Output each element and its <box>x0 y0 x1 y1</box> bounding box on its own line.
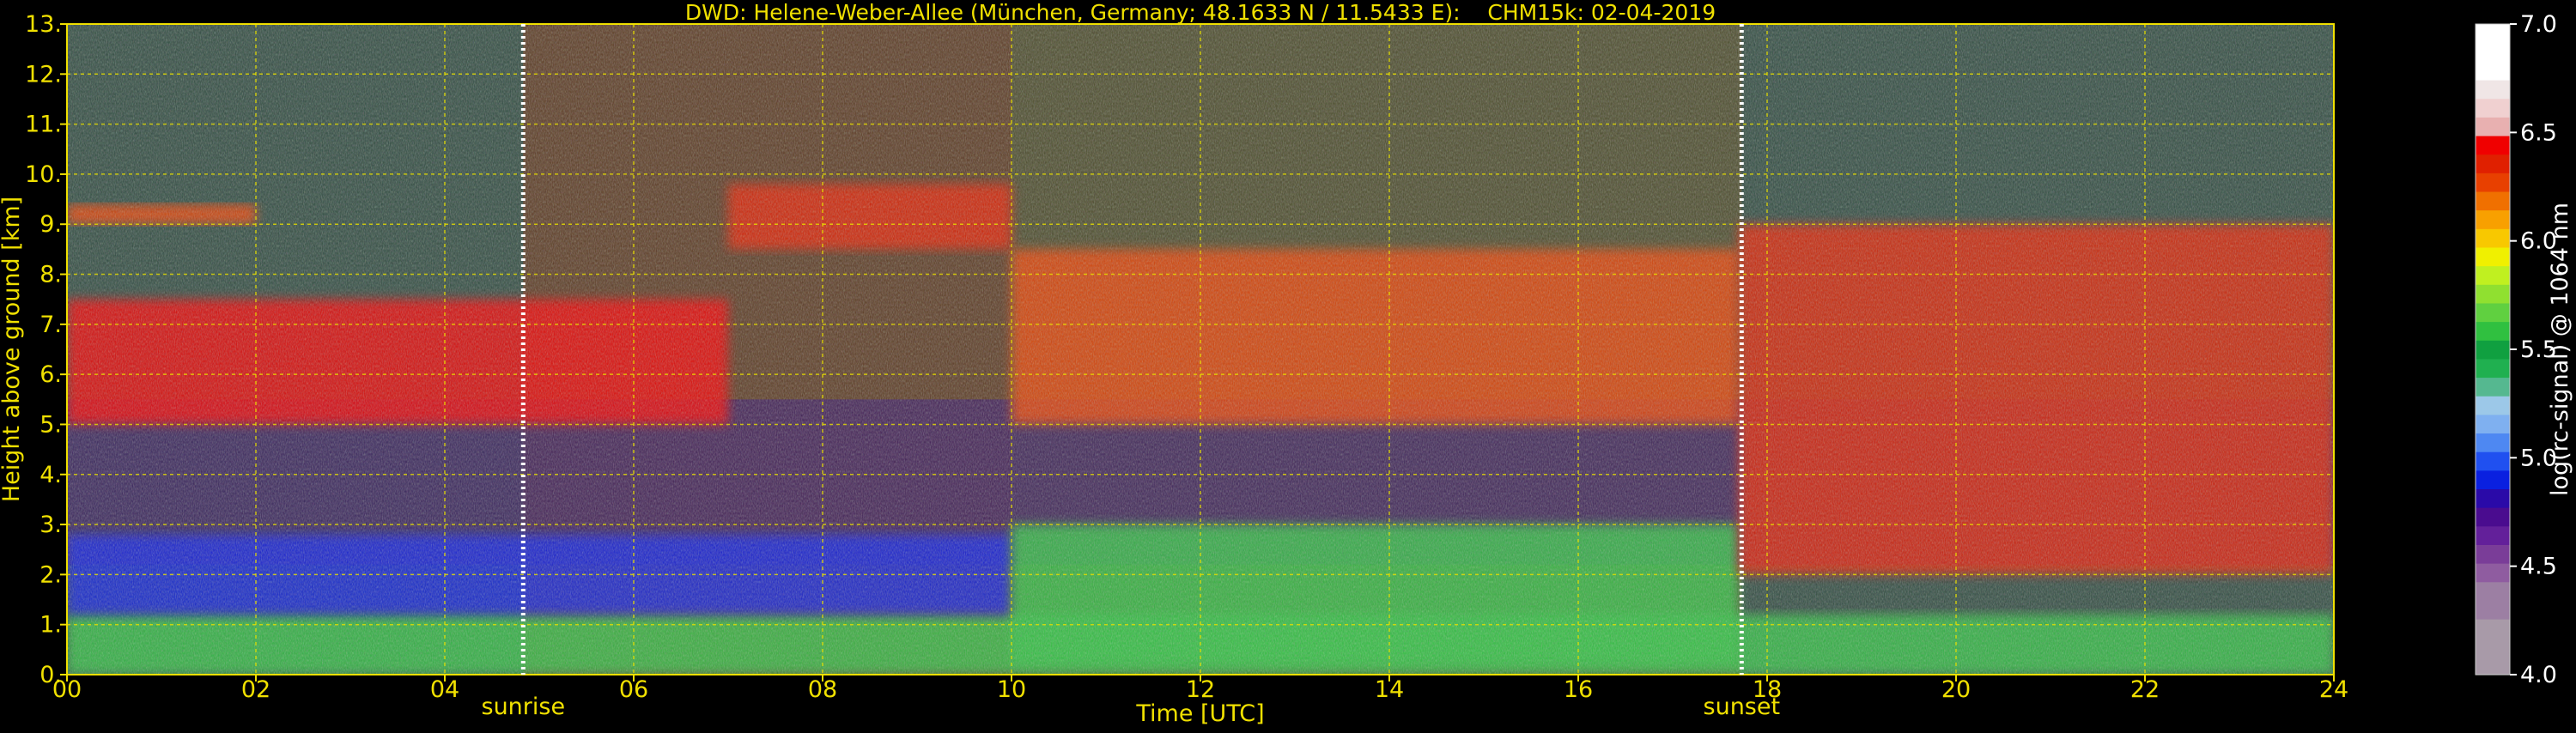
colorbar-segment <box>2476 228 2510 248</box>
colorbar-segment <box>2476 42 2510 62</box>
y-tick-label: 9. <box>39 211 62 238</box>
y-tick-label: 10. <box>25 161 62 188</box>
x-tick-label: 18 <box>1753 676 1782 703</box>
colorbar-tick-label: 6.5 <box>2520 119 2557 146</box>
colorbar-segment <box>2476 414 2510 434</box>
x-tick-label: 14 <box>1375 676 1404 703</box>
colorbar-segment <box>2476 284 2510 304</box>
colorbar-segment <box>2476 173 2510 192</box>
colorbar-label: log(rc-signal) @ 1064 nm <box>2547 203 2573 496</box>
y-tick-label: 12. <box>25 61 62 88</box>
colorbar-segment <box>2476 340 2510 360</box>
colorbar-segment <box>2476 451 2510 471</box>
colorbar-segment <box>2476 265 2510 285</box>
ceilometer-chart: sunrise sunset 00 02 04 06 08 10 12 14 16 18 20 22 24… <box>0 0 2576 730</box>
y-tick-label: 2. <box>39 561 62 588</box>
colorbar <box>2475 23 2511 675</box>
colorbar-segment <box>2476 656 2510 675</box>
colorbar-segment <box>2476 637 2510 657</box>
colorbar-segment <box>2476 563 2510 583</box>
x-axis-ticks: 00 02 04 06 08 10 12 14 16 18 20 22 24 <box>52 675 2348 703</box>
y-tick-label: 5. <box>39 411 62 438</box>
x-tick-label: 20 <box>1941 676 1971 703</box>
colorbar-segment <box>2476 396 2510 415</box>
colorbar-tick-label: 4.5 <box>2520 554 2557 580</box>
colorbar-segment <box>2476 98 2510 118</box>
colorbar-segment <box>2476 619 2510 639</box>
y-tick-label: 6. <box>39 361 62 388</box>
colorbar-segment <box>2476 302 2510 323</box>
colorbar-segment <box>2476 61 2510 81</box>
colorbar-segment <box>2476 246 2510 267</box>
y-axis-label: Height above ground [km] <box>0 197 25 502</box>
colorbar-segment <box>2476 433 2510 452</box>
x-tick-label: 24 <box>2319 676 2348 703</box>
colorbar-segment <box>2476 79 2510 100</box>
colorbar-segment <box>2476 24 2510 44</box>
x-tick-label: 04 <box>430 676 459 703</box>
colorbar-segment <box>2476 191 2510 211</box>
colorbar-segment <box>2476 525 2510 545</box>
colorbar-segment <box>2476 377 2510 397</box>
colorbar-segment <box>2476 321 2510 341</box>
x-tick-label: 02 <box>241 676 270 703</box>
y-tick-label: 0. <box>39 662 62 688</box>
colorbar-segment <box>2476 581 2510 601</box>
colorbar-tick-label: 7.0 <box>2520 11 2557 38</box>
colorbar-tick-label: 4.0 <box>2520 662 2557 688</box>
y-tick-label: 11. <box>25 112 62 138</box>
colorbar-segment <box>2476 507 2510 527</box>
x-tick-label: 06 <box>619 676 648 703</box>
y-tick-label: 13. <box>25 11 62 38</box>
colorbar-segment <box>2476 358 2510 379</box>
y-tick-label: 4. <box>39 462 62 488</box>
chart-title: DWD: Helene-Weber-Allee (München, German… <box>685 0 1716 25</box>
colorbar-segment <box>2476 544 2510 564</box>
y-axis-ticks: 0. 1. 2. 3. 4. 5. 6. 7. 8. 9. 10. 11. 12. 13. <box>25 11 67 688</box>
x-tick-label: 08 <box>808 676 837 703</box>
marker-label: sunrise <box>482 694 566 720</box>
y-tick-label: 7. <box>39 312 62 338</box>
colorbar-segment <box>2476 209 2510 229</box>
x-tick-label: 12 <box>1186 676 1215 703</box>
y-tick-label: 3. <box>39 512 62 538</box>
colorbar-segment <box>2476 469 2510 490</box>
y-tick-label: 8. <box>39 262 62 288</box>
colorbar-segment <box>2476 117 2510 136</box>
colorbar-segment <box>2476 600 2510 620</box>
x-axis-label: Time [UTC] <box>1135 700 1264 727</box>
x-tick-label: 16 <box>1564 676 1593 703</box>
y-tick-label: 1. <box>39 612 62 639</box>
x-tick-label: 10 <box>997 676 1026 703</box>
colorbar-segment <box>2476 154 2510 173</box>
colorbar-segment <box>2476 135 2510 155</box>
x-tick-label: 22 <box>2130 676 2160 703</box>
colorbar-segment <box>2476 488 2510 508</box>
chart-svg: sunrise sunset 00 02 04 06 08 10 12 14 16 18 20 22 24… <box>0 0 2573 727</box>
